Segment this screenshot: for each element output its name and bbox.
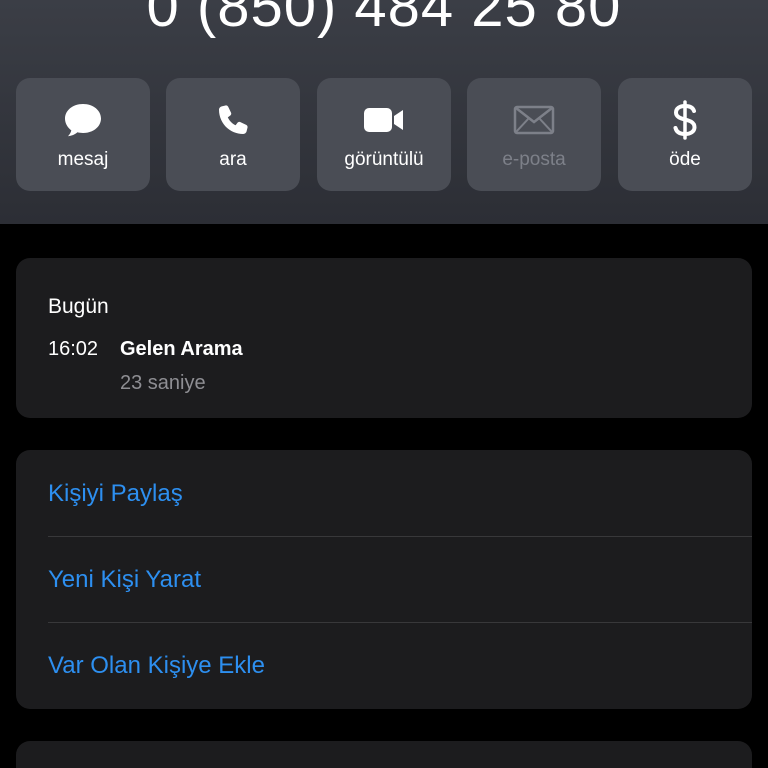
- message-button-label: mesaj: [57, 149, 109, 170]
- contact-detail-screen: 0 (850) 484 25 80 mesaj ara görüntülü e-…: [0, 0, 768, 768]
- dollar-icon: [618, 100, 752, 140]
- pay-button-label: öde: [669, 149, 701, 170]
- message-button[interactable]: mesaj: [16, 78, 150, 191]
- contact-header: 0 (850) 484 25 80 mesaj ara görüntülü e-…: [0, 0, 768, 224]
- phone-icon: [166, 100, 300, 140]
- call-button-label: ara: [219, 149, 247, 170]
- call-time: 16:02: [48, 338, 99, 360]
- video-camera-icon: [317, 100, 451, 140]
- email-button[interactable]: e-posta: [467, 78, 601, 191]
- create-new-contact-label: Yeni Kişi Yarat: [48, 566, 201, 593]
- email-button-label: e-posta: [502, 149, 566, 170]
- call-duration: 23 saniye: [120, 372, 206, 394]
- share-contact-label: Kişiyi Paylaş: [48, 480, 183, 507]
- envelope-icon: [467, 100, 601, 140]
- next-section-card: [16, 741, 752, 768]
- pay-button[interactable]: öde: [618, 78, 752, 191]
- add-to-existing-contact-option[interactable]: Var Olan Kişiye Ekle: [16, 622, 752, 708]
- recent-day-heading: Bugün: [48, 295, 109, 318]
- share-contact-option[interactable]: Kişiyi Paylaş: [16, 450, 752, 536]
- add-to-existing-contact-label: Var Olan Kişiye Ekle: [48, 652, 265, 679]
- message-bubble-icon: [16, 100, 150, 140]
- video-call-button-label: görüntülü: [344, 149, 424, 170]
- video-call-button[interactable]: görüntülü: [317, 78, 451, 191]
- action-buttons-row: mesaj ara görüntülü e-posta öde: [16, 78, 752, 191]
- call-type: Gelen Arama: [120, 338, 243, 360]
- create-new-contact-option[interactable]: Yeni Kişi Yarat: [16, 536, 752, 622]
- phone-number: 0 (850) 484 25 80: [146, 0, 622, 39]
- call-button[interactable]: ara: [166, 78, 300, 191]
